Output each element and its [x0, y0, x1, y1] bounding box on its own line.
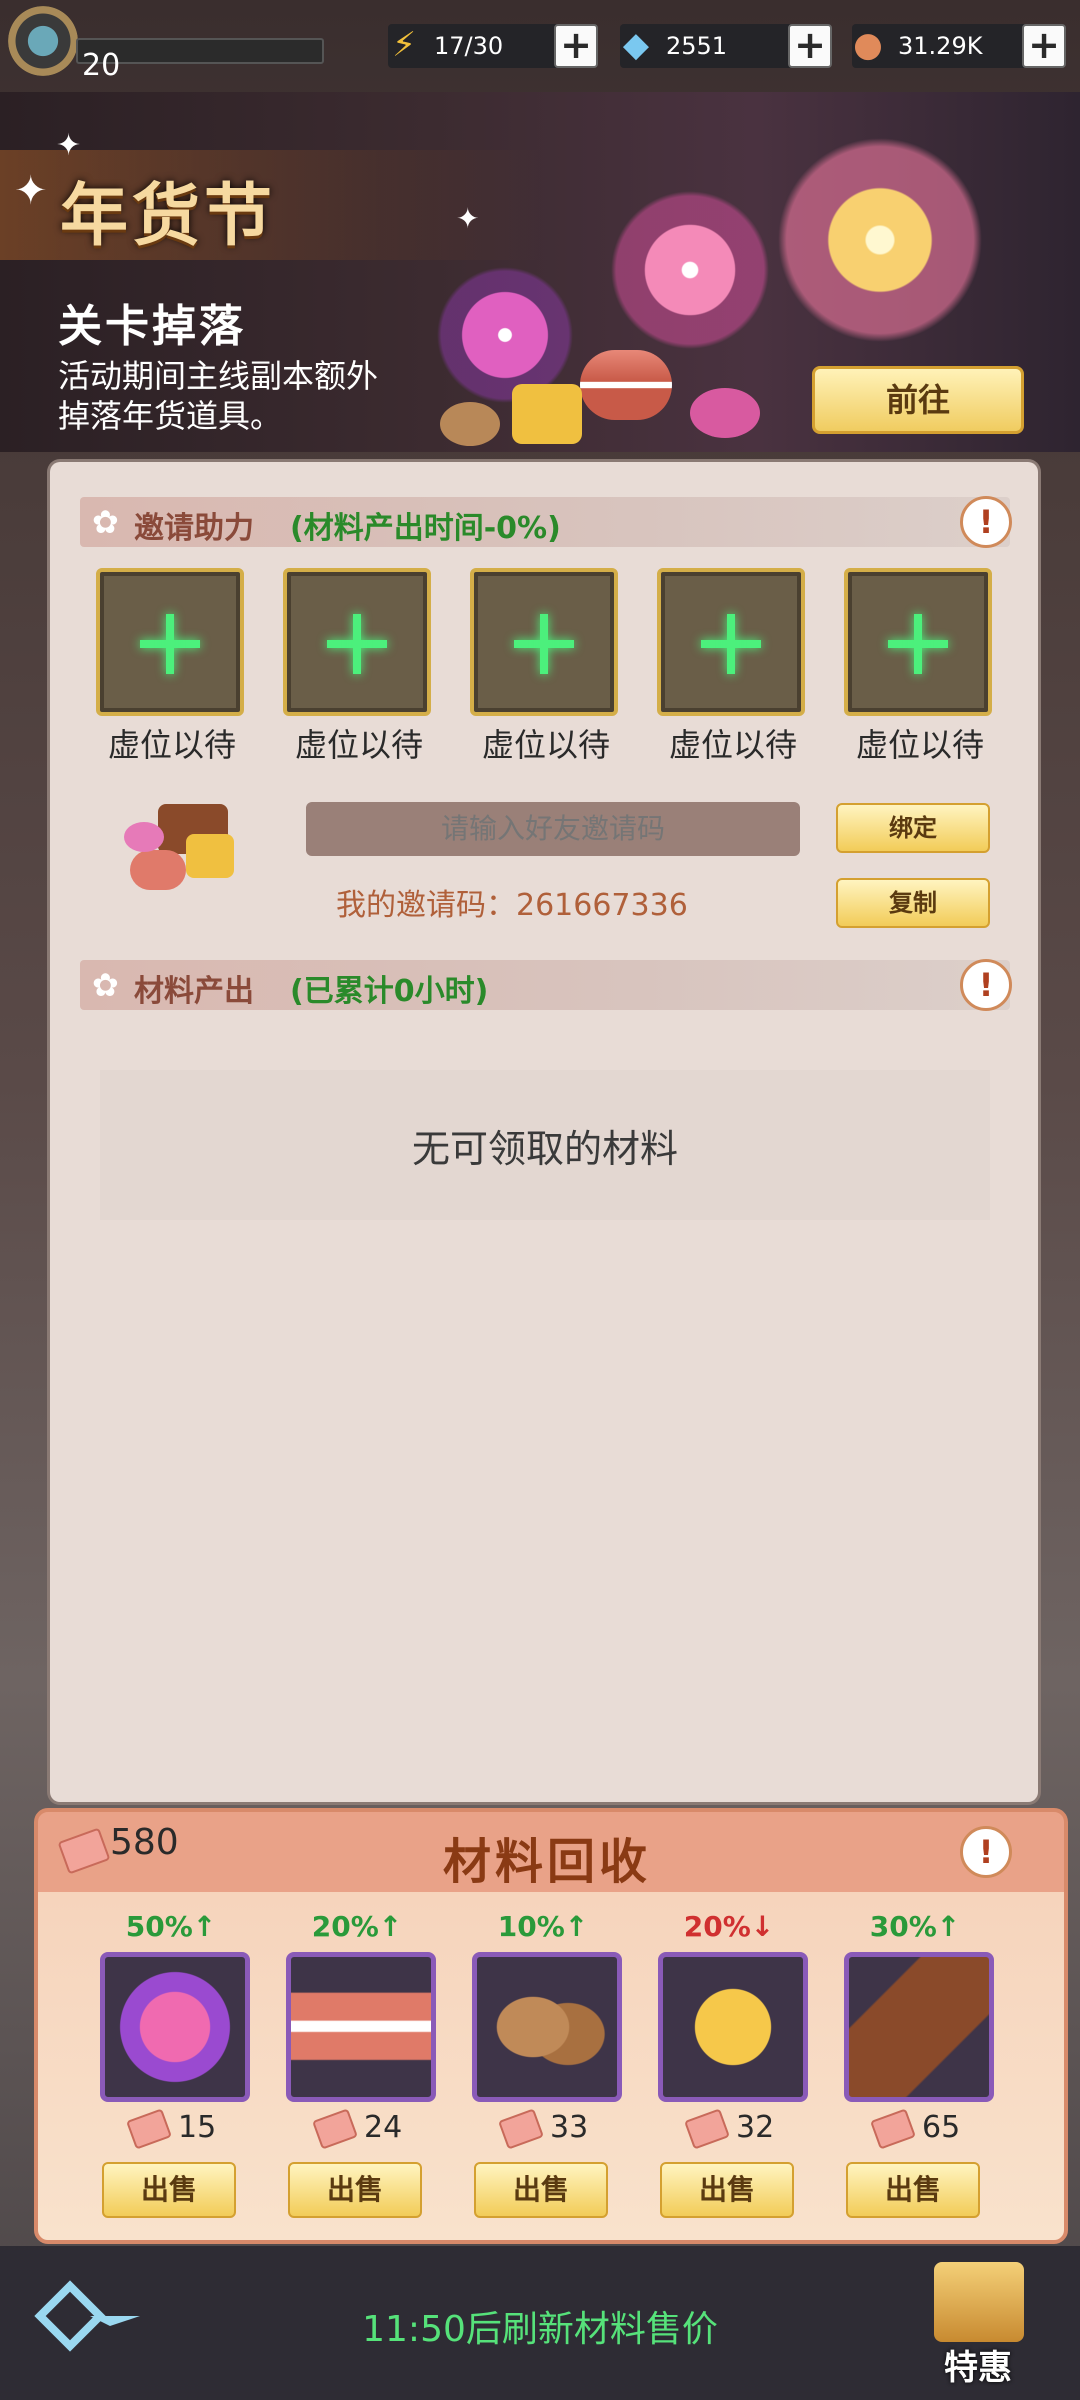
sweets-bundle-icon	[118, 800, 238, 896]
goto-button[interactable]: 前往	[812, 366, 1024, 434]
copy-button[interactable]: 复制	[836, 878, 990, 928]
invite-slot-label: 虚位以待	[481, 726, 610, 764]
flower-icon: ✿	[92, 503, 119, 541]
add-energy-button[interactable]: +	[554, 24, 598, 68]
almond-icon	[440, 402, 500, 446]
item-price: 24	[364, 2110, 403, 2145]
sell-button[interactable]: 出售	[288, 2162, 422, 2218]
invite-slot[interactable]	[96, 568, 244, 716]
event-description: 活动期间主线副本额外掉落年货道具。	[58, 357, 379, 435]
honeycomb-icon	[512, 384, 582, 444]
firework-decoration	[760, 120, 1000, 360]
firework-decoration	[600, 180, 780, 360]
price-change: 20%↑	[311, 1910, 403, 1943]
invite-slot[interactable]	[283, 568, 431, 716]
invite-info-icon[interactable]: !	[960, 496, 1012, 548]
item-price: 32	[736, 2110, 775, 2145]
recycle-title: 材料回收	[442, 1834, 651, 1890]
recycle-info-icon[interactable]: !	[960, 1826, 1012, 1878]
gift-icon[interactable]	[934, 2262, 1024, 2342]
sparkle-icon: ✦	[56, 128, 82, 163]
diamond-icon: ◆	[622, 25, 650, 65]
refresh-timer-text: 11:50后刷新材料售价	[362, 2309, 718, 2350]
invite-slot[interactable]	[844, 568, 992, 716]
add-coin-button[interactable]: +	[1022, 24, 1066, 68]
invite-slot[interactable]	[470, 568, 618, 716]
level-text: 20	[82, 48, 121, 83]
item-price: 65	[922, 2110, 961, 2145]
output-header: ✿ 材料产出 (已累计0小时)	[80, 960, 1010, 1010]
honeycomb-icon[interactable]	[658, 1952, 808, 2102]
lightning-icon: ⚡	[392, 25, 416, 65]
add-diamond-button[interactable]: +	[788, 24, 832, 68]
event-subtitle: 关卡掉落	[58, 301, 246, 352]
almond-icon[interactable]	[472, 1952, 622, 2102]
sell-button[interactable]: 出售	[102, 2162, 236, 2218]
item-price: 15	[178, 2110, 217, 2145]
flower-icon: ✿	[92, 966, 119, 1004]
energy-resource: ⚡ 17/30 +	[388, 24, 598, 68]
avatar[interactable]	[8, 6, 78, 76]
coin-icon: ●	[853, 25, 883, 65]
macaron-icon[interactable]	[286, 1952, 436, 2102]
invite-slot-label: 虚位以待	[107, 726, 236, 764]
invite-slot-label: 虚位以待	[668, 726, 797, 764]
invite-code-input[interactable]	[306, 802, 800, 856]
bind-button[interactable]: 绑定	[836, 803, 990, 853]
sparkle-icon: ✦	[14, 168, 48, 214]
sell-button[interactable]: 出售	[660, 2162, 794, 2218]
candy-icon[interactable]	[100, 1952, 250, 2102]
event-title: 年货节	[60, 176, 277, 256]
my-invite-code: 我的邀请码：261667336	[336, 888, 688, 923]
diamond-resource: ◆ 2551 +	[620, 24, 832, 68]
price-change: 30%↑	[869, 1910, 961, 1943]
empty-output-text: 无可领取的材料	[411, 1127, 678, 1171]
price-change: 50%↑	[125, 1910, 217, 1943]
invite-slot-label: 虚位以待	[294, 726, 423, 764]
invite-slot-label: 虚位以待	[855, 726, 984, 764]
macaron-icon	[580, 350, 672, 420]
price-change: 10%↑	[497, 1910, 589, 1943]
sell-button[interactable]: 出售	[474, 2162, 608, 2218]
output-info-icon[interactable]: !	[960, 959, 1012, 1011]
price-change: 20%↓	[683, 1910, 775, 1943]
item-price: 33	[550, 2110, 589, 2145]
candy-icon	[690, 388, 760, 438]
chocolate-icon[interactable]	[844, 1952, 994, 2102]
top-bar: 20 ⚡ 17/30 + ◆ 2551 + ● 31.29K +	[0, 0, 1080, 90]
invite-slot[interactable]	[657, 568, 805, 716]
sparkle-icon: ✦	[456, 202, 480, 235]
coin-resource: ● 31.29K +	[852, 24, 1066, 68]
sell-button[interactable]: 出售	[846, 2162, 980, 2218]
invite-header: ✿ 邀请助力 (材料产出时间-0%)	[80, 497, 1010, 547]
special-offer-label[interactable]: 特惠	[944, 2340, 1012, 2389]
